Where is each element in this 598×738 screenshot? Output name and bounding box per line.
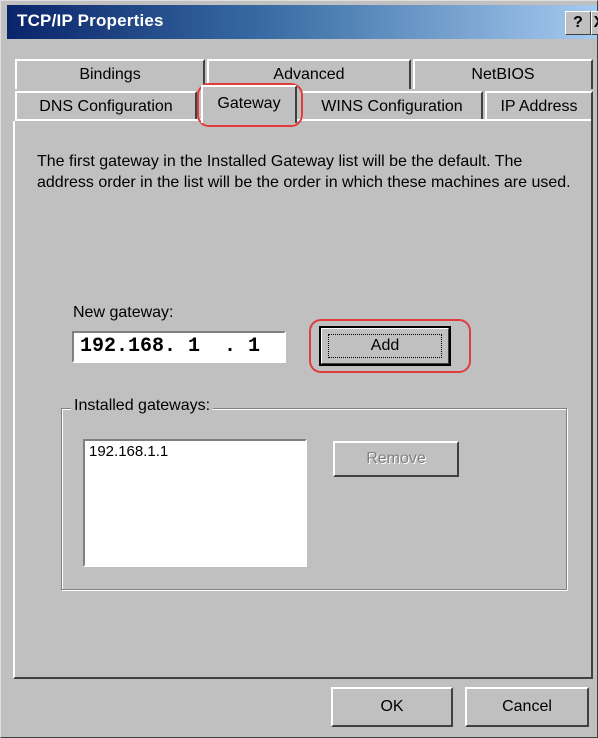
ok-button[interactable]: OK (331, 687, 453, 727)
remove-button[interactable]: Remove (333, 441, 459, 477)
close-button[interactable]: X (591, 11, 598, 35)
new-gateway-input[interactable]: 192.168. 1 . 1 (72, 331, 286, 363)
tab-bindings[interactable]: Bindings (15, 59, 205, 89)
tcpip-properties-dialog: TCP/IP Properties ? X Bindings Advanced … (0, 0, 598, 738)
window-title: TCP/IP Properties (17, 11, 164, 30)
installed-gateways-list[interactable]: 192.168.1.1 (83, 439, 307, 567)
panel-divider (15, 119, 591, 121)
cancel-button[interactable]: Cancel (465, 687, 589, 727)
help-button[interactable]: ? (565, 11, 591, 35)
title-bar[interactable]: TCP/IP Properties ? X (7, 5, 598, 39)
installed-gateways-label: Installed gateways: (71, 397, 214, 415)
tab-dns-configuration[interactable]: DNS Configuration (15, 91, 197, 121)
add-button[interactable]: Add (319, 326, 451, 366)
tab-ip-address[interactable]: IP Address (485, 91, 593, 121)
new-gateway-label: New gateway: (73, 304, 174, 321)
tab-wins-configuration[interactable]: WINS Configuration (301, 91, 483, 121)
help-icon: ? (573, 14, 583, 31)
tab-netbios[interactable]: NetBIOS (413, 59, 593, 89)
list-item[interactable]: 192.168.1.1 (89, 443, 168, 460)
gateway-tab-panel: The first gateway in the Installed Gatew… (13, 119, 593, 679)
gateway-description: The first gateway in the Installed Gatew… (37, 153, 571, 191)
focus-rectangle (328, 334, 442, 358)
tab-gateway[interactable]: Gateway (201, 85, 297, 123)
close-icon: X (594, 14, 598, 31)
